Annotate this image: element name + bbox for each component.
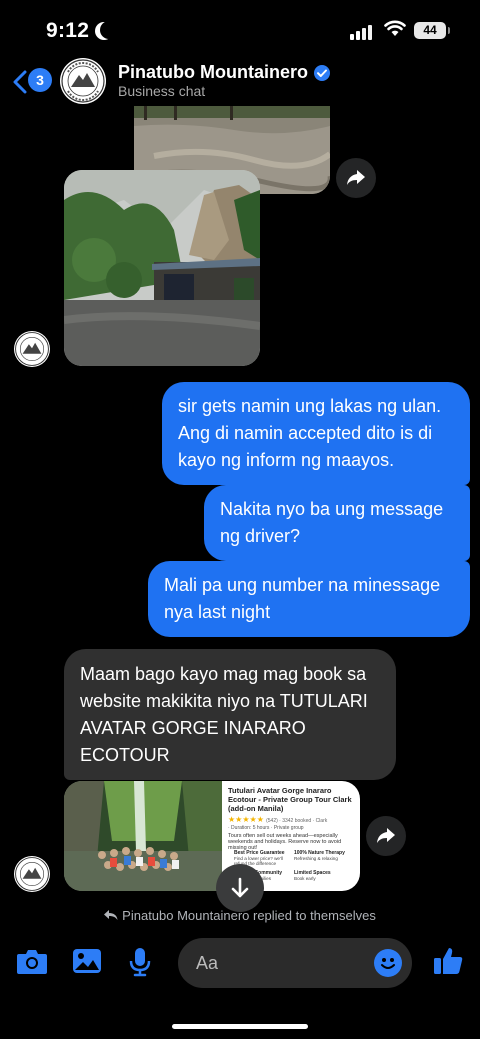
chat-header: 3 Pinatubo Mountainero Business chat xyxy=(0,58,480,106)
reply-context-note: Pinatubo Mountainero replied to themselv… xyxy=(0,908,480,923)
status-bar: 9:12 44 xyxy=(0,0,480,58)
gorge-tour-photo xyxy=(64,781,222,891)
back-button[interactable]: 3 xyxy=(8,66,52,96)
avatar[interactable] xyxy=(14,331,50,367)
pinatubo-mountaineers-logo-icon xyxy=(61,59,105,103)
cellular-signal-icon xyxy=(350,24,372,40)
forward-button[interactable] xyxy=(336,158,376,198)
message-line: Ang di namin accepted dito is di xyxy=(178,423,433,443)
message-list[interactable]: sir gets namin ung lakas ng ulan. Ang di… xyxy=(0,106,480,936)
message-line: Mali pa ung number na minessage xyxy=(164,575,441,595)
status-time: 9:12 xyxy=(46,19,90,42)
battery-indicator: 44 xyxy=(414,22,450,39)
message-line: Nakita nyo ba ung message xyxy=(220,499,444,519)
pinatubo-mountaineers-logo-icon xyxy=(15,332,49,366)
rating-stars: ★★★★★ (542) · 3342 booked · Clark xyxy=(228,815,328,824)
link-preview-title: Tutulari Avatar Gorge Inararo Ecotour - … xyxy=(228,786,352,813)
avatar[interactable] xyxy=(60,58,106,104)
image-message[interactable] xyxy=(64,170,260,366)
feature-item: Limited Spaces Book early xyxy=(294,870,331,882)
message-composer: Aa xyxy=(0,936,480,996)
avatar[interactable] xyxy=(14,856,50,892)
camera-icon[interactable] xyxy=(16,947,48,975)
link-preview-note: Tours often sell out weeks ahead—especia… xyxy=(228,833,342,851)
scroll-to-bottom-button[interactable] xyxy=(216,864,264,912)
message-line: ECOTOUR xyxy=(80,745,170,765)
message-input[interactable]: Aa xyxy=(178,938,412,988)
link-preview-body: Tutulari Avatar Gorge Inararo Ecotour - … xyxy=(228,786,356,851)
thumbs-up-icon[interactable] xyxy=(432,945,464,977)
chat-title: Pinatubo Mountainero xyxy=(118,62,308,82)
outgoing-message[interactable]: Mali pa ung number na minessage nya last… xyxy=(148,561,470,637)
forward-button[interactable] xyxy=(366,816,406,856)
message-line: ng driver? xyxy=(220,526,301,546)
incoming-message[interactable]: Maam bago kayo mag mag book sa website m… xyxy=(64,649,396,780)
link-preview-card[interactable]: Tutulari Avatar Gorge Inararo Ecotour - … xyxy=(64,781,360,891)
pinatubo-mountaineers-logo-icon xyxy=(15,857,49,891)
smiley-face-icon xyxy=(381,958,395,969)
home-indicator xyxy=(172,1024,308,1029)
outgoing-message[interactable]: sir gets namin ung lakas ng ulan. Ang di… xyxy=(162,382,470,485)
share-arrow-icon xyxy=(347,170,365,185)
message-line: Maam bago kayo mag mag book sa xyxy=(80,664,367,684)
message-line: nya last night xyxy=(164,602,271,622)
message-line: kayo ng inform ng maayos. xyxy=(178,450,395,470)
message-line: AVATAR GORGE INARARO xyxy=(80,718,306,738)
gallery-icon[interactable] xyxy=(72,947,102,975)
message-input-placeholder: Aa xyxy=(196,953,219,973)
message-line: sir gets namin ung lakas ng ulan. xyxy=(178,396,442,416)
chat-title-row[interactable]: Pinatubo Mountainero xyxy=(118,62,331,83)
feature-item: 100% Nature Therapy Refreshing & relaxing xyxy=(294,850,345,862)
emoji-button[interactable] xyxy=(374,949,402,977)
chevron-left-icon xyxy=(13,70,27,94)
wifi-icon xyxy=(384,20,406,36)
reply-arrow-icon xyxy=(104,910,118,920)
message-line: website makikita niyo na TUTULARI xyxy=(80,691,368,711)
share-arrow-icon xyxy=(377,828,395,843)
arrow-down-icon xyxy=(231,877,249,898)
microphone-icon[interactable] xyxy=(128,947,152,977)
chat-subtitle: Business chat xyxy=(118,83,206,99)
do-not-disturb-moon-icon xyxy=(100,21,118,39)
link-preview-meta: · Duration: 5 hours · Private group xyxy=(228,825,304,831)
verified-badge-icon xyxy=(313,64,330,81)
unread-count-badge: 3 xyxy=(28,68,52,92)
outgoing-message[interactable]: Nakita nyo ba ung message ng driver? xyxy=(204,485,470,561)
landslide-photo xyxy=(64,170,260,366)
